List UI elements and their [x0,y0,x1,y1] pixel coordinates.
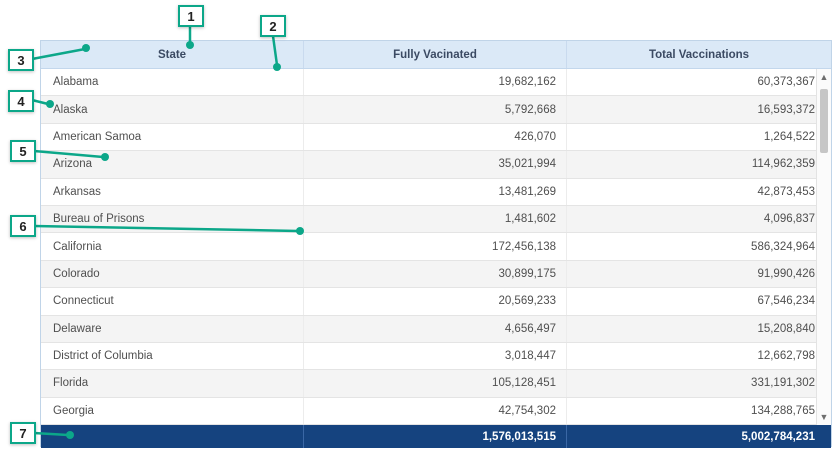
summary-row: 1,576,013,515 5,002,784,231 [41,425,831,448]
table-row[interactable]: California 172,456,138 586,324,964 [41,233,831,260]
table-row[interactable]: Alaska 5,792,668 16,593,372 [41,96,831,123]
cell-total-vaccinations: 60,373,367 [566,69,831,95]
summary-cell-empty [41,425,303,448]
table-row[interactable]: Arizona 35,021,994 114,962,359 [41,151,831,178]
cell-state: Alabama [41,69,303,95]
cell-state: Florida [41,370,303,396]
cell-fully-vacinated: 172,456,138 [303,233,566,259]
cell-state: Arkansas [41,179,303,205]
cell-fully-vacinated: 19,682,162 [303,69,566,95]
cell-total-vaccinations: 1,264,522 [566,124,831,150]
cell-total-vaccinations: 4,096,837 [566,206,831,232]
scroll-down-icon[interactable]: ▼ [817,410,831,424]
cell-fully-vacinated: 426,070 [303,124,566,150]
table-row[interactable]: Arkansas 13,481,269 42,873,453 [41,179,831,206]
column-header-state[interactable]: State [41,41,303,68]
table-row[interactable]: Colorado 30,899,175 91,990,426 [41,261,831,288]
cell-state: Bureau of Prisons [41,206,303,232]
cell-fully-vacinated: 35,021,994 [303,151,566,177]
cell-fully-vacinated: 3,018,447 [303,343,566,369]
callout-1: 1 [178,5,204,27]
callout-4: 4 [8,90,34,112]
annotated-table-screenshot: State Fully Vacinated Total Vaccinations… [0,0,833,453]
cell-total-vaccinations: 67,546,234 [566,288,831,314]
table-row[interactable]: Georgia 42,754,302 134,288,765 [41,398,831,425]
scroll-up-icon[interactable]: ▲ [817,70,831,84]
cell-state: American Samoa [41,124,303,150]
cell-total-vaccinations: 15,208,840 [566,316,831,342]
callout-7: 7 [10,422,36,444]
table-row[interactable]: Florida 105,128,451 331,191,302 [41,370,831,397]
table-row[interactable]: Delaware 4,656,497 15,208,840 [41,316,831,343]
cell-total-vaccinations: 586,324,964 [566,233,831,259]
cell-total-vaccinations: 114,962,359 [566,151,831,177]
callout-2: 2 [260,15,286,37]
cell-fully-vacinated: 105,128,451 [303,370,566,396]
cell-state: Alaska [41,96,303,122]
cell-total-vaccinations: 91,990,426 [566,261,831,287]
callout-6: 6 [10,215,36,237]
cell-state: District of Columbia [41,343,303,369]
cell-state: Connecticut [41,288,303,314]
column-header-fully-vacinated[interactable]: Fully Vacinated [303,41,566,68]
callout-3: 3 [8,49,34,71]
table-row[interactable]: American Samoa 426,070 1,264,522 [41,124,831,151]
cell-fully-vacinated: 42,754,302 [303,398,566,424]
cell-fully-vacinated: 1,481,602 [303,206,566,232]
table-row[interactable]: Bureau of Prisons 1,481,602 4,096,837 [41,206,831,233]
summary-cell-fully-vacinated: 1,576,013,515 [303,425,566,448]
cell-state: California [41,233,303,259]
cell-fully-vacinated: 13,481,269 [303,179,566,205]
cell-state: Delaware [41,316,303,342]
cell-fully-vacinated: 20,569,233 [303,288,566,314]
summary-cell-total-vaccinations: 5,002,784,231 [566,425,831,448]
scrollbar-thumb[interactable] [820,89,828,153]
vertical-scrollbar[interactable]: ▲ ▼ [816,69,831,425]
callout-5: 5 [10,140,36,162]
cell-state: Colorado [41,261,303,287]
cell-total-vaccinations: 134,288,765 [566,398,831,424]
data-table: State Fully Vacinated Total Vaccinations… [40,40,832,447]
table-row[interactable]: Connecticut 20,569,233 67,546,234 [41,288,831,315]
cell-fully-vacinated: 4,656,497 [303,316,566,342]
table-row[interactable]: District of Columbia 3,018,447 12,662,79… [41,343,831,370]
cell-total-vaccinations: 42,873,453 [566,179,831,205]
column-header-total-vaccinations[interactable]: Total Vaccinations [566,41,831,68]
cell-state: Georgia [41,398,303,424]
cell-state: Arizona [41,151,303,177]
cell-fully-vacinated: 5,792,668 [303,96,566,122]
table-body: Alabama 19,682,162 60,373,367 Alaska 5,7… [41,69,831,425]
table-header-row: State Fully Vacinated Total Vaccinations [41,41,831,69]
cell-total-vaccinations: 331,191,302 [566,370,831,396]
cell-total-vaccinations: 16,593,372 [566,96,831,122]
cell-fully-vacinated: 30,899,175 [303,261,566,287]
table-row[interactable]: Alabama 19,682,162 60,373,367 [41,69,831,96]
cell-total-vaccinations: 12,662,798 [566,343,831,369]
